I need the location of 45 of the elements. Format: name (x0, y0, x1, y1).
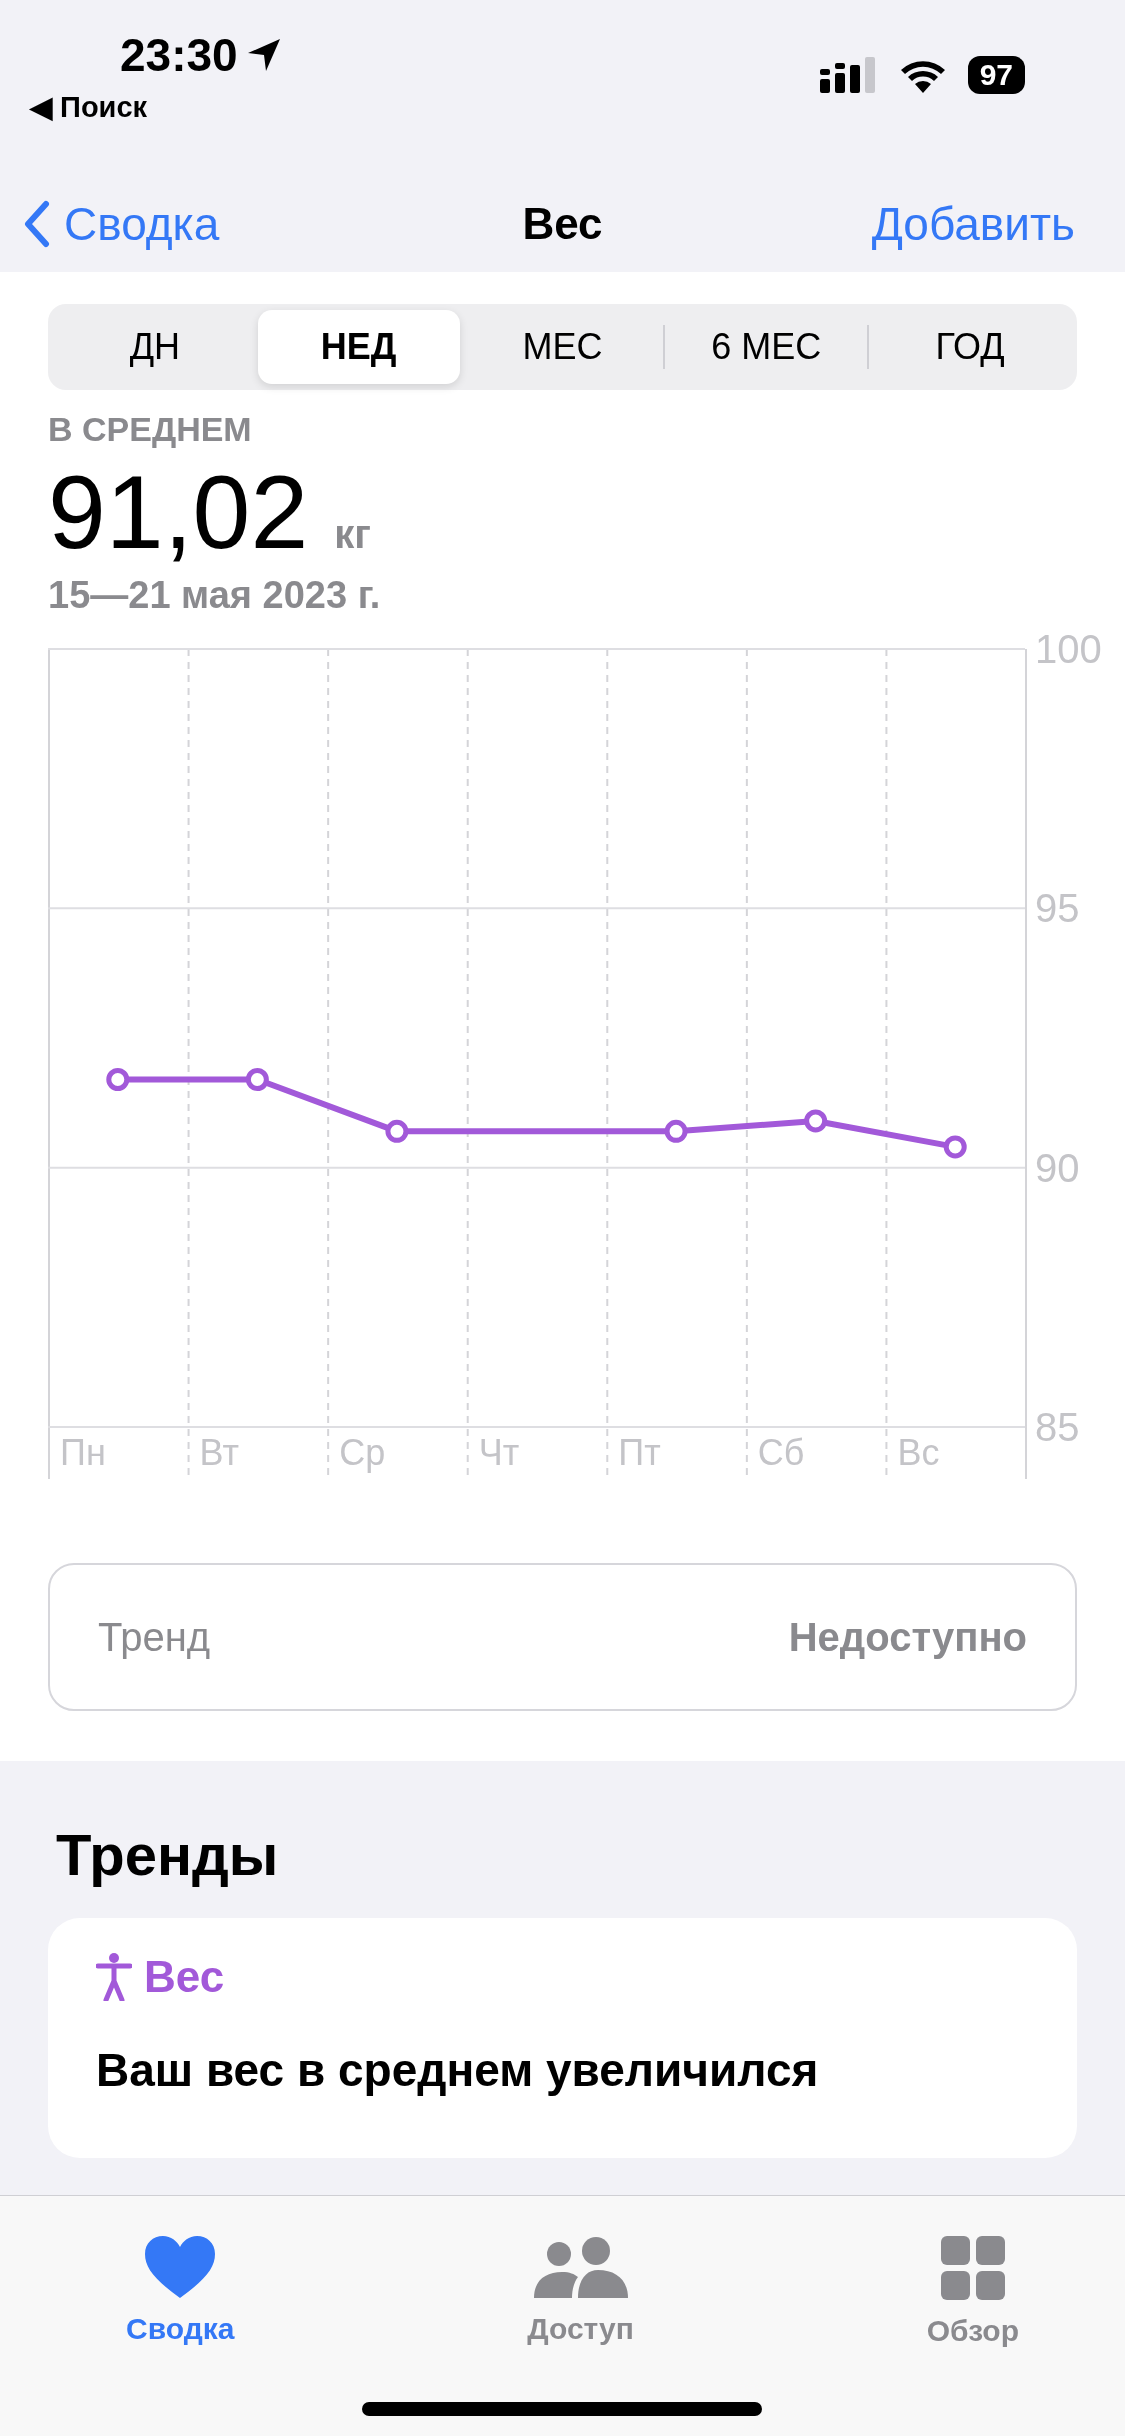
screen-title: Вес (522, 198, 603, 248)
x-axis-label: Пн (60, 1432, 106, 1473)
grid-icon (940, 2236, 1005, 2300)
period-tab[interactable]: 6 МЕС (665, 310, 868, 384)
x-axis-label: Чт (478, 1432, 520, 1473)
back-button[interactable]: Сводка (24, 196, 220, 251)
data-point (804, 1109, 828, 1133)
data-point (664, 1119, 688, 1143)
x-axis-label: Сб (757, 1432, 805, 1473)
trend-value: Недоступно (788, 1614, 1027, 1660)
section-heading: Тренды (55, 1821, 280, 1888)
chevron-left-icon (24, 199, 50, 248)
battery-level: 97 (967, 56, 1025, 94)
add-button[interactable]: Добавить (871, 196, 1075, 251)
y-axis-label: 95 (1035, 886, 1080, 931)
card-category: Вес (144, 1952, 225, 2002)
y-axis-label: 85 (1035, 1405, 1080, 1449)
clock-time: 23:30 (120, 28, 238, 82)
period-tab[interactable]: ГОД (869, 310, 1071, 384)
period-tab[interactable]: НЕД (257, 310, 460, 384)
signal-icon (819, 57, 878, 93)
tab-bar-item[interactable]: Сводка (120, 2196, 241, 2349)
people-icon (533, 2236, 628, 2298)
data-point (245, 1068, 269, 1091)
heart-icon (145, 2236, 216, 2298)
data-point (106, 1068, 130, 1091)
period-tab[interactable]: МЕС (461, 310, 664, 384)
average-value: 91,02 (48, 453, 309, 572)
x-axis-label: Пт (618, 1432, 661, 1473)
y-axis-label: 90 (1035, 1145, 1080, 1190)
x-axis-label: Ср (339, 1432, 386, 1473)
trend-card[interactable]: Вес Ваш вес в среднем увеличился (48, 1918, 1077, 2158)
x-axis-label: Вс (897, 1432, 940, 1473)
average-caption: В СРЕДНЕМ (48, 410, 253, 449)
data-point (385, 1119, 409, 1143)
period-tab[interactable]: ДН (54, 310, 256, 384)
y-axis-label: 100 (1035, 627, 1102, 671)
data-point (943, 1135, 967, 1159)
date-range: 15—21 мая 2023 г. (48, 574, 382, 617)
back-to-app-link[interactable]: ◀ Поиск (30, 90, 148, 124)
figure-icon (96, 1953, 132, 2001)
x-axis-label: Вт (199, 1432, 239, 1473)
unit-label: кг (334, 512, 371, 557)
card-text: Ваш вес в среднем увеличился (96, 2043, 820, 2098)
trend-label: Тренд (98, 1614, 211, 1660)
